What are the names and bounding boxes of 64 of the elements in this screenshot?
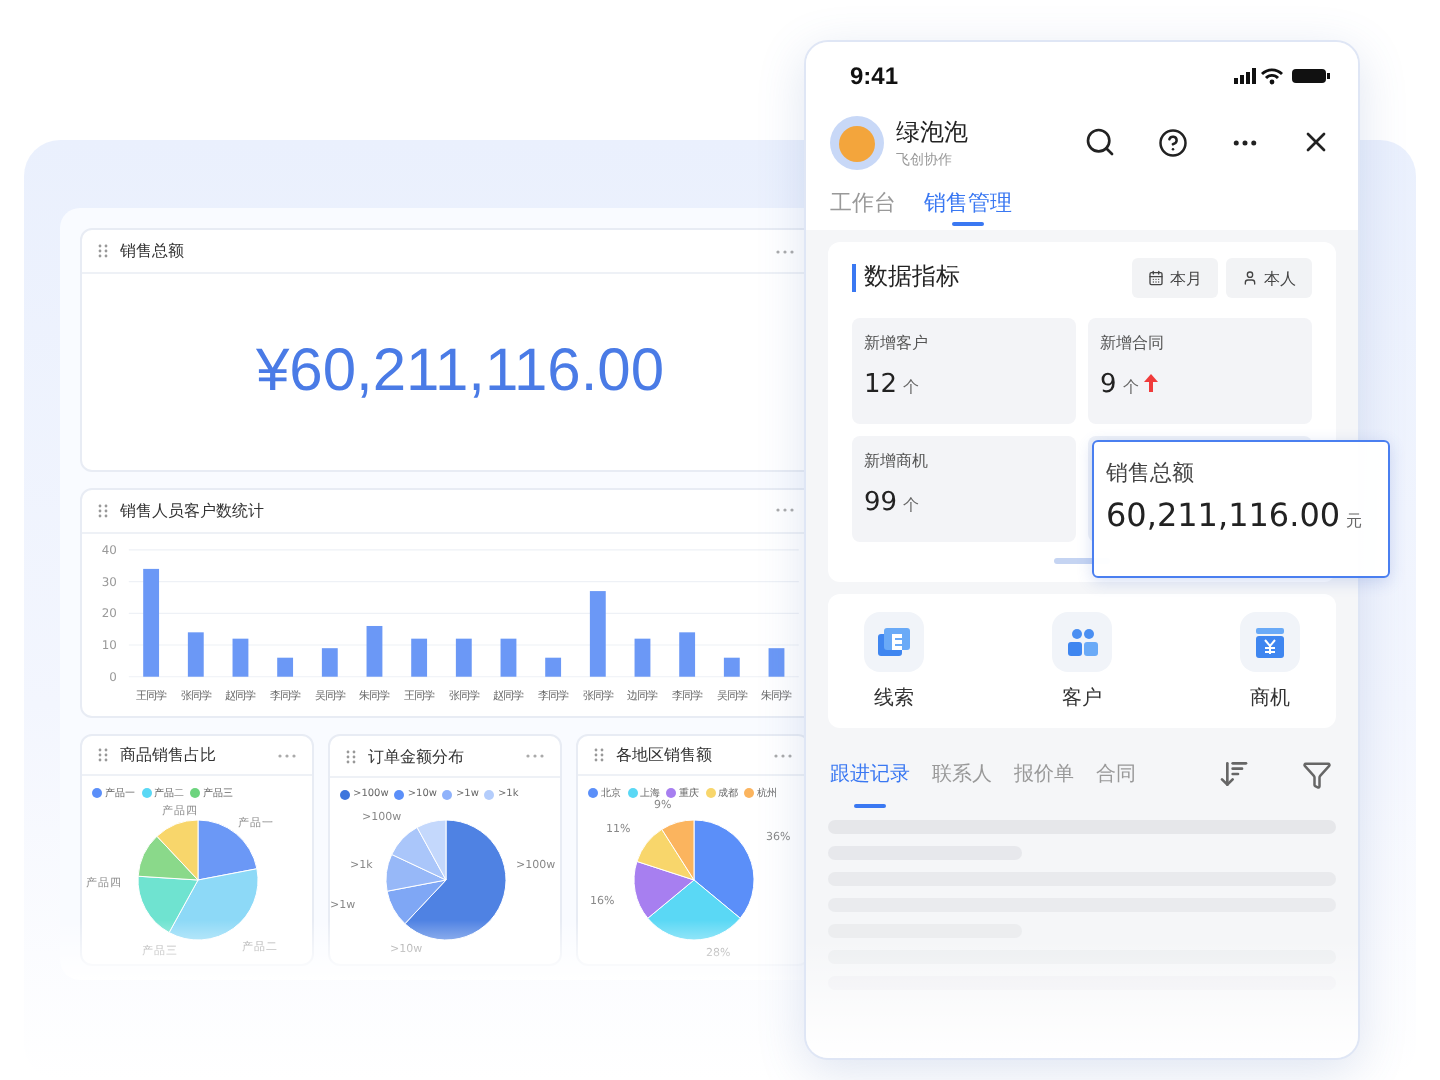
yuan-box-icon — [1256, 627, 1284, 657]
filter-button[interactable]: 本人 — [1226, 258, 1312, 298]
pie-slice — [693, 819, 755, 919]
metric-unit: 个 — [1122, 376, 1139, 398]
help-icon[interactable] — [1154, 124, 1190, 160]
bar — [321, 647, 338, 677]
card-title: 各地区销售额 — [616, 744, 712, 766]
pie-slice — [636, 828, 695, 881]
metric-label: 销售总额 — [1106, 458, 1196, 488]
total-sales-value: ¥60,211,116.00 — [253, 336, 667, 408]
bar — [768, 647, 785, 677]
sort-icon[interactable] — [1216, 756, 1252, 792]
drag-handle-icon[interactable] — [594, 748, 604, 762]
status-time: 9:41 — [850, 62, 899, 90]
metric-unit: 元 — [1346, 510, 1363, 532]
status-icons — [1234, 66, 1334, 86]
person-icon — [1242, 270, 1258, 286]
dragged-metric-card[interactable]: 销售总额 60,211,116.00 元 — [1092, 440, 1390, 578]
metric-tile[interactable]: 新增客户 12 个 — [852, 318, 1076, 424]
bar — [455, 638, 472, 677]
bar — [411, 638, 428, 677]
bar — [187, 631, 204, 677]
tab[interactable]: 销售管理 — [924, 174, 1012, 230]
metric-tile[interactable]: 新增合同 9 个 — [1088, 318, 1312, 424]
drag-handle-icon[interactable] — [98, 503, 108, 518]
metric-value: 99 — [864, 488, 898, 518]
search-icon[interactable] — [1082, 124, 1118, 160]
bar — [723, 657, 740, 677]
metric-value: 60,211,116.00 — [1106, 496, 1341, 534]
metric-value: 9 — [1100, 370, 1117, 400]
app-name: 绿泡泡 — [896, 115, 968, 149]
pie-slice — [633, 860, 695, 919]
pie-slice — [661, 819, 695, 881]
card-title: 订单金额分布 — [368, 745, 464, 767]
pie-slice — [647, 879, 741, 941]
metric-unit: 个 — [903, 494, 920, 516]
metric-label: 新增合同 — [1100, 332, 1166, 354]
metric-unit: 个 — [903, 376, 920, 398]
card-title: 商品销售占比 — [120, 744, 216, 766]
tab[interactable]: 跟进记录 — [830, 740, 910, 808]
metric-label: 新增客户 — [864, 332, 930, 354]
bar — [277, 657, 294, 677]
drag-handle-icon[interactable] — [98, 244, 108, 258]
card-title: 销售总额 — [120, 240, 184, 262]
filter-button[interactable]: 本月 — [1132, 258, 1218, 298]
people-icon — [1067, 628, 1097, 656]
bar — [143, 568, 160, 677]
bar — [545, 657, 562, 677]
bar — [366, 625, 383, 677]
bar — [500, 638, 517, 677]
metric-tile[interactable]: 新增商机 99 个 — [852, 436, 1076, 542]
bar — [232, 638, 249, 677]
avatar — [830, 115, 884, 169]
metric-value: 12 — [864, 370, 898, 400]
metric-label: 新增商机 — [864, 450, 930, 472]
drag-handle-icon[interactable] — [346, 749, 356, 763]
card-title: 数据指标 — [852, 264, 960, 292]
drag-handle-icon[interactable] — [98, 748, 108, 762]
bar — [634, 638, 651, 677]
calendar-icon — [1148, 270, 1164, 286]
card-title: 销售人员客户数统计 — [120, 499, 264, 522]
bar — [589, 590, 606, 677]
stacked-cards-icon — [878, 628, 910, 656]
bar — [679, 631, 696, 677]
